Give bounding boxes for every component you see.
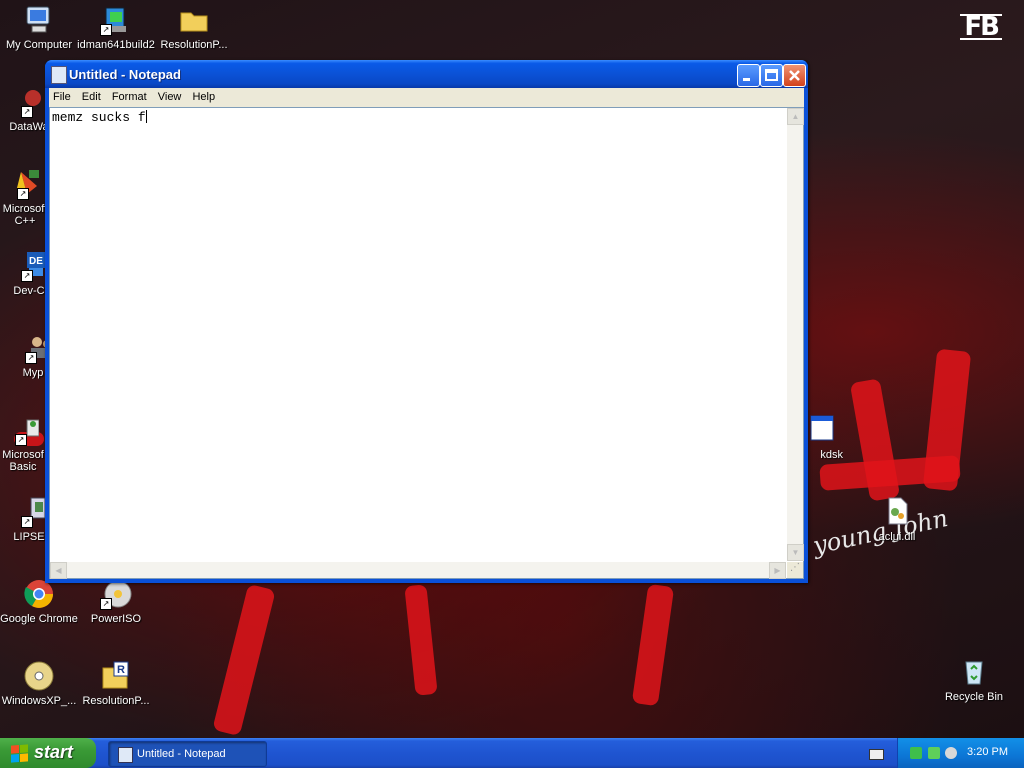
wallpaper-stroke [212, 583, 276, 737]
window-app-icon [807, 414, 839, 446]
clock[interactable]: 3:20 PM [967, 746, 1008, 758]
scroll-down-button[interactable]: ▼ [787, 544, 804, 561]
menu-help[interactable]: Help [188, 88, 219, 103]
minimize-icon [743, 78, 750, 81]
notepad-icon [51, 66, 67, 84]
desktop-icon-google-chrome[interactable]: Google Chrome [0, 578, 78, 625]
resize-grip[interactable]: ⋰ [787, 562, 803, 578]
desktop-icon-poweriso[interactable]: ↗ PowerISO [77, 578, 155, 625]
horizontal-scrollbar[interactable]: ◀ ▶ [50, 562, 786, 579]
text-editor[interactable]: memz sucks f [50, 108, 786, 561]
desktop[interactable]: FB young John My Computer ↗ idman641buil… [0, 0, 1024, 738]
desktop-icon-aclui-dll[interactable]: aclui.dll [858, 496, 936, 543]
desktop-icon-idman[interactable]: ↗ idman641build2 [77, 4, 155, 51]
eclipse-icon: ↗ [13, 496, 46, 528]
rar-folder-icon: R [100, 660, 132, 692]
desktop-icon-label: My Computer [5, 39, 73, 51]
dev-cpp-icon: DE ↗ [13, 250, 45, 282]
windows-logo-icon [11, 744, 28, 763]
desktop-icon-label: idman641build2 [77, 39, 155, 51]
taskbar: start Untitled - Notepad 3:20 PM [0, 738, 1024, 768]
computer-icon [23, 4, 55, 36]
dll-file-icon [881, 496, 913, 528]
desktop-icon-resolutionp-2[interactable]: R ResolutionP... [77, 660, 155, 707]
notepad-icon [118, 747, 133, 763]
close-icon [789, 70, 800, 81]
maximize-icon [765, 69, 778, 81]
menu-file[interactable]: File [49, 88, 75, 103]
title-bar[interactable]: Untitled - Notepad [45, 60, 808, 88]
desktop-icon-label: WindowsXP_... [1, 695, 77, 707]
network-icon[interactable] [910, 747, 922, 759]
menu-view[interactable]: View [154, 88, 186, 103]
minimize-button[interactable] [737, 64, 760, 87]
visual-cpp-icon: ↗ [9, 168, 41, 200]
notepad-window[interactable]: Untitled - Notepad File Edit Format View… [45, 60, 808, 583]
start-button[interactable]: start [0, 738, 96, 768]
window-title: Untitled - Notepad [69, 67, 181, 82]
disc-icon[interactable] [945, 747, 957, 759]
wallpaper-stroke [404, 584, 438, 696]
disc-icon [23, 660, 55, 692]
datawarehouse-icon: ↗ [13, 86, 45, 118]
recycle-bin-icon [958, 656, 990, 688]
editor-area[interactable]: memz sucks f ▲ ▼ ◀ ▶ ⋰ [49, 107, 804, 579]
menu-format[interactable]: Format [108, 88, 151, 103]
desktop-icon-label: aclui.dll [878, 531, 916, 543]
desktop-icon-label: Google Chrome [0, 613, 78, 625]
desktop-icon-resolutionp-1[interactable]: ResolutionP... [155, 4, 233, 51]
taskbar-item-label: Untitled - Notepad [137, 748, 226, 760]
svg-text:DE: DE [29, 256, 43, 267]
close-button[interactable] [783, 64, 806, 87]
menu-bar: File Edit Format View Help [49, 88, 804, 107]
wallpaper-stroke [631, 583, 675, 707]
wallpaper-logo: FB [960, 14, 1002, 40]
desktop-icon-my-computer[interactable]: My Computer [0, 4, 78, 51]
text-caret [145, 110, 147, 123]
maximize-button[interactable] [760, 64, 783, 87]
desktop-icon-label: ResolutionP... [160, 39, 228, 51]
desktop-icon-label: Recycle Bin [944, 691, 1004, 703]
keyboard-icon[interactable] [869, 749, 884, 760]
taskbar-item-notepad[interactable]: Untitled - Notepad [108, 741, 267, 767]
visual-basic-icon: ↗ [7, 414, 40, 446]
scroll-up-button[interactable]: ▲ [787, 108, 804, 125]
desktop-icon-label: ResolutionP... [82, 695, 150, 707]
scroll-right-button[interactable]: ▶ [769, 562, 786, 579]
svg-text:R: R [117, 664, 125, 676]
menu-edit[interactable]: Edit [78, 88, 105, 103]
editor-text: memz sucks f [52, 110, 146, 125]
download-manager-icon[interactable] [928, 747, 940, 759]
folder-icon [178, 4, 210, 36]
scroll-left-button[interactable]: ◀ [50, 562, 67, 579]
system-tray: 3:20 PM [897, 738, 1024, 768]
desktop-icon-label: PowerISO [90, 613, 142, 625]
desktop-icon-recycle-bin[interactable]: Recycle Bin [935, 656, 1013, 703]
vertical-scrollbar[interactable]: ▲ ▼ [787, 108, 804, 561]
start-label: start [34, 742, 74, 762]
installer-icon: ↗ [100, 4, 132, 36]
desktop-icon-windowsxp-iso[interactable]: WindowsXP_... [0, 660, 78, 707]
